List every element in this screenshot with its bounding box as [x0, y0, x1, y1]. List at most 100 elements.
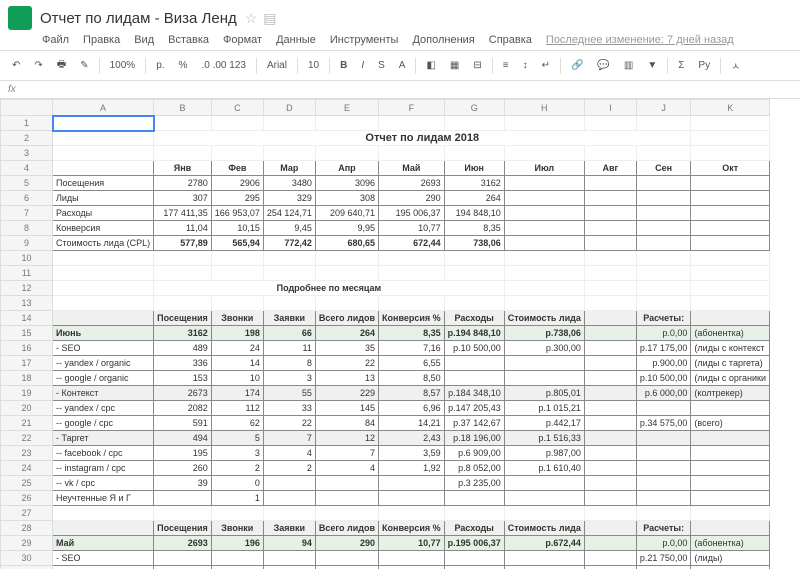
calc-note[interactable]: [691, 446, 770, 461]
cell[interactable]: [444, 491, 504, 506]
cell[interactable]: [636, 236, 691, 251]
cell[interactable]: [691, 506, 770, 521]
cell[interactable]: 10: [211, 371, 263, 386]
cell[interactable]: 0: [211, 476, 263, 491]
row-header[interactable]: 3: [1, 146, 53, 161]
cell[interactable]: р.987,00: [504, 446, 584, 461]
col-header[interactable]: B: [154, 100, 212, 116]
cell[interactable]: 14,21: [379, 416, 445, 431]
cell[interactable]: [444, 566, 504, 569]
row-header[interactable]: 1: [1, 116, 53, 131]
cell[interactable]: 112: [211, 401, 263, 416]
cell[interactable]: р.805,01: [504, 386, 584, 401]
cell[interactable]: 2: [211, 461, 263, 476]
cell[interactable]: р.1 516,33: [504, 431, 584, 446]
cell[interactable]: р.10 500,00: [444, 341, 504, 356]
cell[interactable]: [504, 566, 584, 569]
cell[interactable]: 6,96: [379, 401, 445, 416]
calc-note[interactable]: (лиды с контекст: [691, 341, 770, 356]
row-header[interactable]: 5: [1, 176, 53, 191]
col-label[interactable]: Заявки: [263, 311, 315, 326]
calc-note[interactable]: [691, 401, 770, 416]
row-header[interactable]: 12: [1, 281, 53, 296]
cell[interactable]: [263, 491, 315, 506]
cell[interactable]: [691, 191, 770, 206]
cell[interactable]: 10,15: [211, 221, 263, 236]
row-label[interactable]: -- google / cpc: [53, 416, 154, 431]
fill-icon[interactable]: ◧: [422, 58, 439, 73]
valign-icon[interactable]: ↕: [519, 58, 532, 73]
cell[interactable]: [504, 356, 584, 371]
cell-A1[interactable]: [53, 116, 154, 131]
row-header[interactable]: 19: [1, 386, 53, 401]
col-label[interactable]: Всего лидов: [315, 311, 378, 326]
cell[interactable]: 3: [211, 446, 263, 461]
cell[interactable]: [53, 146, 154, 161]
cell[interactable]: [504, 221, 584, 236]
cell[interactable]: [691, 236, 770, 251]
col-label[interactable]: Всего лидов: [315, 521, 378, 536]
cell[interactable]: 7: [263, 431, 315, 446]
month-header[interactable]: Июн: [444, 161, 504, 176]
row-header[interactable]: 30: [1, 551, 53, 566]
row-header[interactable]: 15: [1, 326, 53, 341]
link-icon[interactable]: 🔗: [567, 58, 587, 73]
document-title[interactable]: Отчет по лидам - Виза Ленд: [40, 10, 237, 27]
month-header[interactable]: Сен: [636, 161, 691, 176]
undo-icon[interactable]: ↶: [8, 58, 24, 73]
star-icon[interactable]: ☆: [245, 10, 258, 27]
calc-note[interactable]: (всего): [691, 416, 770, 431]
cell[interactable]: [444, 356, 504, 371]
calc-note[interactable]: [691, 491, 770, 506]
cell[interactable]: [504, 116, 584, 131]
cell[interactable]: 254 124,71: [263, 206, 315, 221]
cell[interactable]: 3480: [263, 176, 315, 191]
menu-file[interactable]: Файл: [42, 34, 69, 46]
cell[interactable]: [379, 266, 445, 281]
metric-label[interactable]: Лиды: [53, 191, 154, 206]
cell[interactable]: [691, 176, 770, 191]
cell[interactable]: 8,35: [379, 326, 445, 341]
cell[interactable]: 738,06: [444, 236, 504, 251]
row-header[interactable]: 16: [1, 341, 53, 356]
merge-icon[interactable]: ⊟: [469, 58, 485, 73]
row-header[interactable]: 21: [1, 416, 53, 431]
col-label[interactable]: Стоимость лида: [504, 311, 584, 326]
cell[interactable]: 22: [315, 356, 378, 371]
row-header[interactable]: 24: [1, 461, 53, 476]
cell[interactable]: 10,77: [379, 221, 445, 236]
cell[interactable]: 94: [263, 536, 315, 551]
cell[interactable]: 336: [154, 356, 212, 371]
calc-value[interactable]: р.34 575,00: [636, 416, 691, 431]
col-label[interactable]: Конверсия %: [379, 521, 445, 536]
cell[interactable]: [53, 506, 154, 521]
cell[interactable]: [315, 251, 378, 266]
cell[interactable]: [154, 146, 212, 161]
cell[interactable]: 307: [154, 191, 212, 206]
cell[interactable]: 2082: [154, 401, 212, 416]
cell[interactable]: [53, 266, 154, 281]
row-header[interactable]: 27: [1, 506, 53, 521]
cell[interactable]: [444, 116, 504, 131]
cell[interactable]: [263, 566, 315, 569]
cell[interactable]: [691, 296, 770, 311]
cell[interactable]: р.3 235,00: [444, 476, 504, 491]
col-label[interactable]: Конверсия %: [379, 311, 445, 326]
row-label[interactable]: - Таргет: [53, 431, 154, 446]
row-header[interactable]: 14: [1, 311, 53, 326]
row-header[interactable]: 4: [1, 161, 53, 176]
cell[interactable]: [636, 296, 691, 311]
cell[interactable]: р.300,00: [504, 341, 584, 356]
calc-value[interactable]: р.17 175,00: [636, 341, 691, 356]
cell[interactable]: [636, 266, 691, 281]
col-header[interactable]: G: [444, 100, 504, 116]
row-label[interactable]: - SEO: [53, 551, 154, 566]
metric-label[interactable]: Расходы: [53, 206, 154, 221]
cell[interactable]: [636, 176, 691, 191]
percent-icon[interactable]: %: [175, 58, 192, 73]
cell[interactable]: 772,42: [263, 236, 315, 251]
cell[interactable]: 11,04: [154, 221, 212, 236]
cell[interactable]: 153: [154, 371, 212, 386]
row-label[interactable]: -- yandex / cpc: [53, 401, 154, 416]
cell[interactable]: [444, 251, 504, 266]
